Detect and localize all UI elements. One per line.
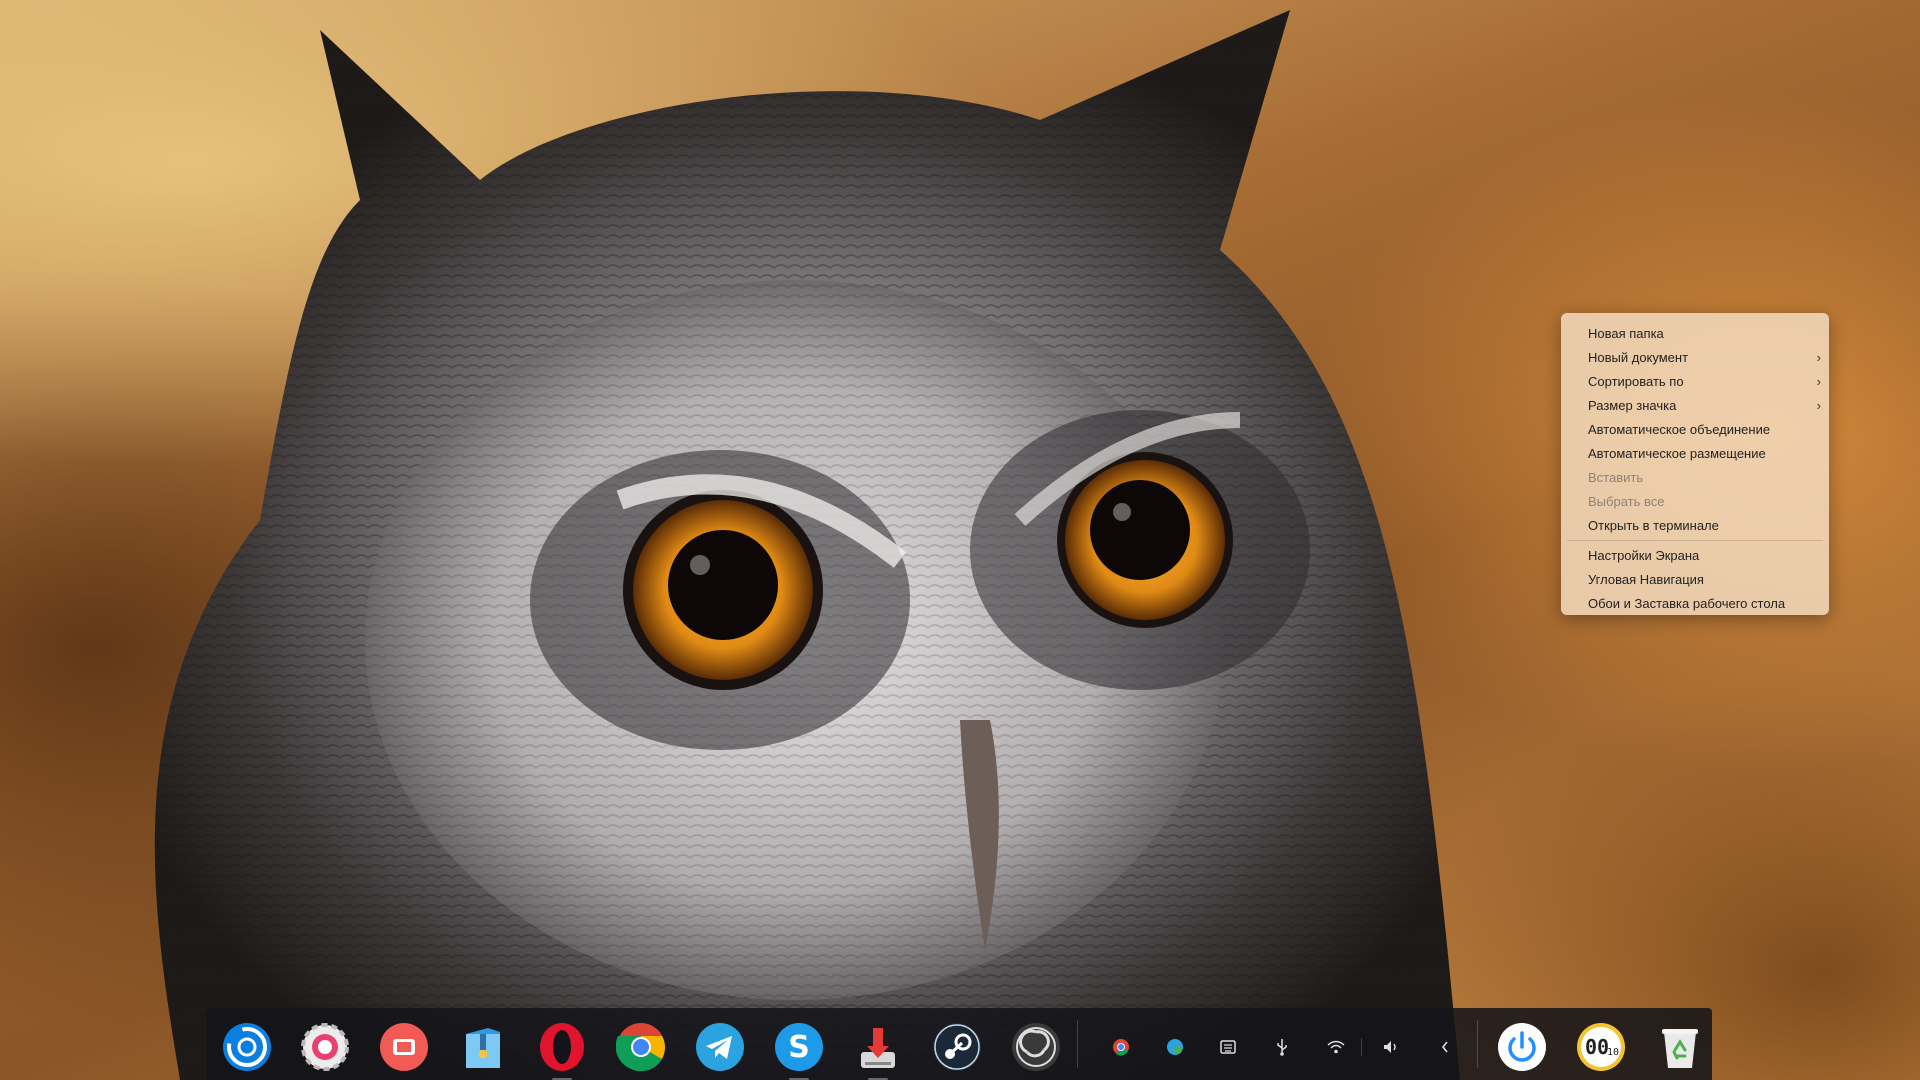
menu-item-label: Автоматическое объединение <box>1588 422 1771 437</box>
downloader-icon[interactable] <box>853 1022 903 1080</box>
obs-icon[interactable] <box>1011 1022 1061 1072</box>
tray-divider <box>1361 1038 1362 1056</box>
clock-widget[interactable]: 00 10 <box>1576 1022 1626 1072</box>
wifi-icon[interactable] <box>1325 1036 1347 1058</box>
menu-item-label: Новый документ <box>1588 350 1689 365</box>
menu-item-label: Угловая Навигация <box>1588 572 1704 587</box>
menu-item-5[interactable]: Автоматическое размещение <box>1561 442 1829 466</box>
menu-item-1[interactable]: Новый документ › <box>1561 346 1829 370</box>
chevron-right-icon: › <box>1816 398 1821 413</box>
menu-item-4[interactable]: Автоматическое объединение <box>1561 418 1829 442</box>
menu-item-label: Размер значка <box>1588 398 1677 413</box>
menu-item-2[interactable]: Сортировать по › <box>1561 370 1829 394</box>
screen-recorder-icon[interactable] <box>379 1022 429 1072</box>
chrome-tray-icon[interactable] <box>1110 1036 1132 1058</box>
chevron-right-icon: › <box>1816 350 1821 365</box>
chevron-right-icon: › <box>1816 374 1821 389</box>
messenger-tray-icon[interactable] <box>1164 1036 1186 1058</box>
power-icon[interactable] <box>1497 1022 1547 1072</box>
telegram-icon[interactable] <box>695 1022 745 1072</box>
opera-icon[interactable] <box>537 1022 587 1080</box>
menu-item-b2[interactable]: Обои и Заставка рабочего стола <box>1561 592 1829 616</box>
dock-divider <box>1477 1020 1478 1068</box>
menu-item-label: Автоматическое размещение <box>1588 446 1766 461</box>
menu-item-label: Новая папка <box>1588 326 1664 341</box>
menu-item-label: Обои и Заставка рабочего стола <box>1588 596 1786 611</box>
skype-icon[interactable]: S <box>774 1022 824 1080</box>
menu-separator <box>1567 540 1823 541</box>
settings-icon[interactable] <box>300 1022 350 1072</box>
clock-minutes: 10 <box>1607 1047 1619 1058</box>
dock-divider <box>1077 1020 1078 1068</box>
owl-wallpaper-image <box>154 10 1461 1080</box>
menu-item-label: Настройки Экрана <box>1588 548 1700 563</box>
usb-icon[interactable] <box>1271 1036 1293 1058</box>
desktop-context-menu: Новая папка Новый документ › Сортировать по… <box>1561 313 1829 615</box>
volume-icon[interactable] <box>1380 1036 1402 1058</box>
launcher-icon[interactable] <box>222 1022 272 1072</box>
menu-item-label: Сортировать по <box>1588 374 1684 389</box>
menu-item-label: Вставить <box>1588 470 1644 485</box>
trash-icon[interactable] <box>1655 1022 1705 1072</box>
menu-item-8[interactable]: Открыть в терминале <box>1561 514 1829 538</box>
menu-item-label: Выбрать все <box>1588 494 1665 509</box>
menu-item-3[interactable]: Размер значка › <box>1561 394 1829 418</box>
menu-item-label: Открыть в терминале <box>1588 518 1719 533</box>
archive-manager-icon[interactable] <box>458 1022 508 1072</box>
steam-icon[interactable] <box>932 1022 982 1072</box>
svg-text:S: S <box>788 1030 810 1065</box>
menu-item-0[interactable]: Новая папка <box>1561 322 1829 346</box>
chrome-icon[interactable] <box>616 1022 666 1072</box>
menu-item-b0[interactable]: Настройки Экрана <box>1561 544 1829 568</box>
menu-item-7: Выбрать все <box>1561 490 1829 514</box>
clock-hours: 00 <box>1585 1035 1609 1059</box>
keyboard-icon[interactable] <box>1217 1036 1239 1058</box>
menu-item-6: Вставить <box>1561 466 1829 490</box>
dock: S 00 10 <box>207 1008 1712 1080</box>
menu-item-b1[interactable]: Угловая Навигация <box>1561 568 1829 592</box>
chevron-left-icon[interactable] <box>1434 1036 1456 1058</box>
